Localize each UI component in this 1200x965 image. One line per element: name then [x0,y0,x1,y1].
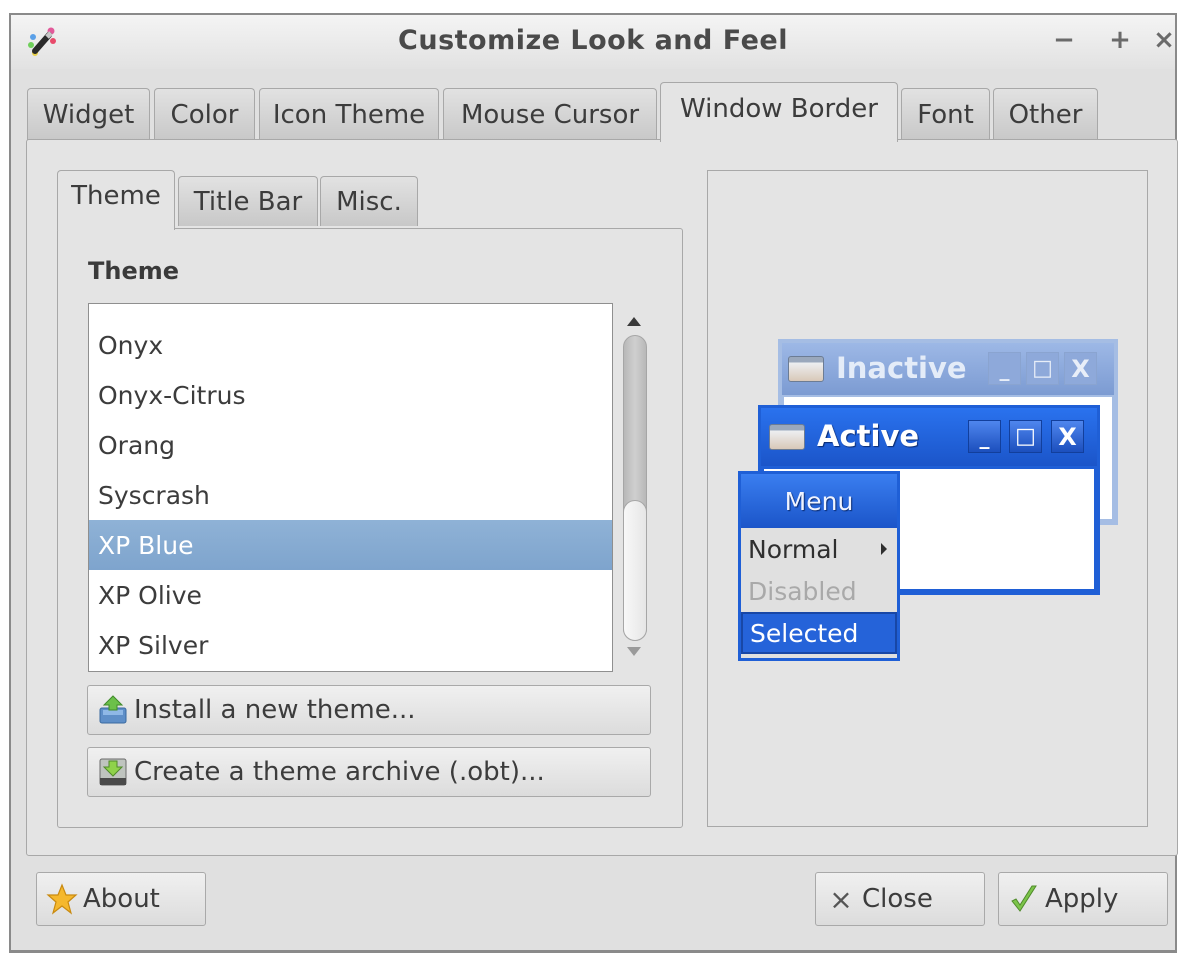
menu-item-normal-label: Normal [748,534,839,564]
create-archive-label: Create a theme archive (.obt)... [134,757,545,787]
theme-preview-panel: Inactive _ □ X Active _ □ X Menu Normal … [707,170,1148,827]
list-item-selected[interactable]: XP Blue [89,520,612,570]
subtab-title-bar[interactable]: Title Bar [178,176,318,226]
close-button[interactable]: × Close [815,872,985,926]
tab-widget[interactable]: Widget [27,88,150,140]
about-label: About [83,884,160,914]
install-theme-label: Install a new theme... [134,695,416,725]
about-button[interactable]: About [36,872,206,926]
archive-icon [96,755,130,789]
menu-title: Menu [741,474,897,528]
close-window-button[interactable]: × [1151,25,1177,55]
maximize-button[interactable]: + [1107,25,1133,55]
window-icon [769,424,805,450]
create-archive-button[interactable]: Create a theme archive (.obt)... [87,747,651,797]
maximize-icon: □ [1026,352,1059,385]
minimize-button[interactable]: − [1051,25,1077,55]
inactive-title-bar: Inactive _ □ X [782,343,1114,395]
tab-icon-theme[interactable]: Icon Theme [259,88,439,140]
tab-mouse-cursor[interactable]: Mouse Cursor [443,88,657,140]
close-label: Close [862,884,933,914]
scrollbar-thumb[interactable] [623,500,647,641]
list-item[interactable]: Orang [89,420,612,470]
window-title: Customize Look and Feel [398,25,788,56]
tab-color[interactable]: Color [154,88,255,140]
theme-section-label: Theme [88,257,180,285]
submenu-arrow-icon [881,543,887,555]
menu-item-disabled: Disabled [748,576,857,606]
tab-font[interactable]: Font [901,88,990,140]
window-border-panel: Theme Title Bar Misc. Theme Onyx Onyx-Ci… [26,139,1178,856]
checkmark-icon [1007,882,1041,916]
list-item[interactable]: Onyx [89,320,612,370]
star-icon [45,882,79,916]
install-theme-icon [96,693,130,727]
scroll-down-arrow-icon[interactable] [627,647,641,656]
close-icon: × [829,882,853,916]
close-icon: X [1064,352,1097,385]
subtab-theme[interactable]: Theme [57,170,175,230]
active-title: Active [817,419,920,453]
tab-window-border[interactable]: Window Border [660,82,898,142]
scroll-up-arrow-icon[interactable] [627,317,641,326]
iconify-icon: _ [988,352,1021,385]
customize-look-and-feel-window: Customize Look and Feel − + × Widget Col… [9,13,1178,953]
install-theme-button[interactable]: Install a new theme... [87,685,651,735]
title-bar[interactable]: Customize Look and Feel − + × [11,15,1175,69]
list-item[interactable]: XP Olive [89,570,612,620]
apply-button[interactable]: Apply [998,872,1168,926]
subtab-misc[interactable]: Misc. [320,176,418,226]
tab-other[interactable]: Other [993,88,1098,140]
menu-item-normal: Normal [741,528,897,570]
close-icon: X [1051,420,1084,453]
window-icon [788,356,824,382]
menu-item-selected: Selected [741,612,897,654]
iconify-icon: _ [968,420,1001,453]
inactive-title: Inactive [836,351,967,385]
list-item[interactable]: Syscrash [89,470,612,520]
maximize-icon: □ [1009,420,1042,453]
list-item[interactable]: XP Silver [89,620,612,670]
theme-subpanel: Theme Onyx Onyx-Citrus Orang Syscrash XP… [57,228,683,828]
menu-preview: Menu Normal Disabled Selected [738,471,900,661]
menu-body: Normal Disabled Selected [741,528,897,658]
active-title-bar: Active _ □ X [761,408,1097,466]
list-item[interactable]: Onyx-Citrus [89,370,612,420]
bottom-border [11,950,1175,952]
theme-list[interactable]: Onyx Onyx-Citrus Orang Syscrash XP Blue … [88,303,613,672]
apply-label: Apply [1045,884,1119,914]
